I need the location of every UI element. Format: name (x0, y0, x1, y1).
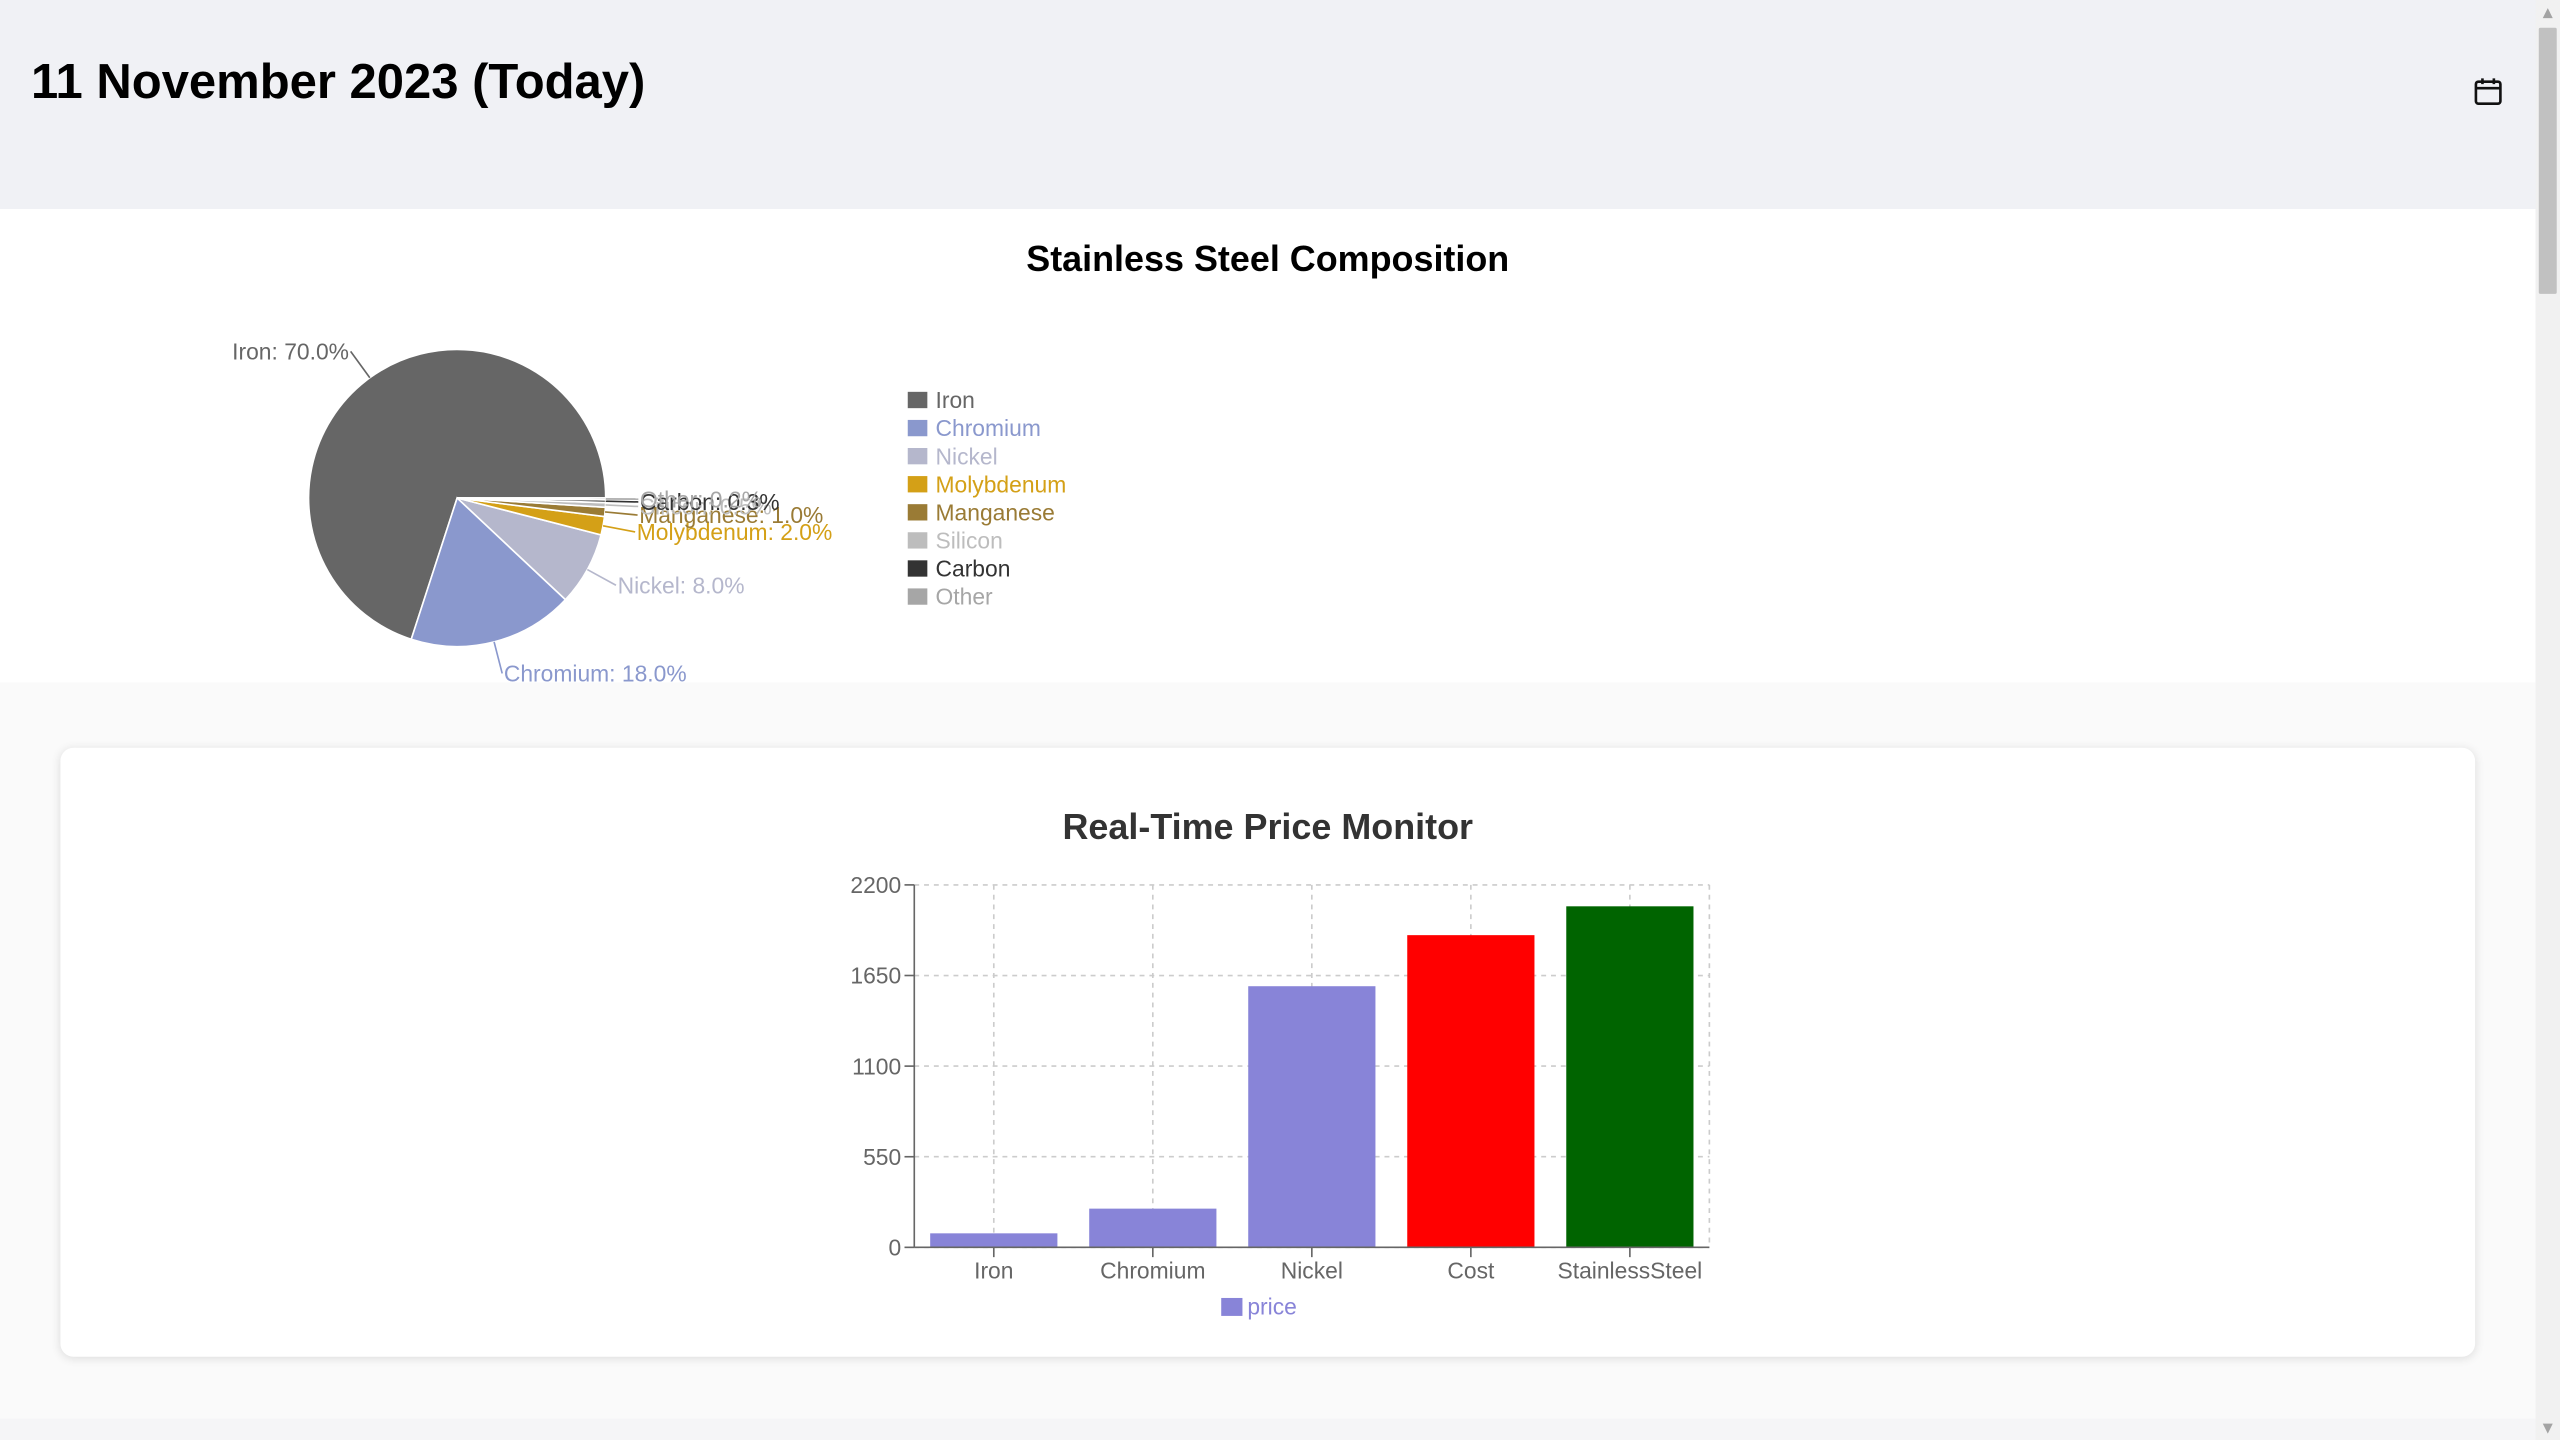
next-section-edge (0, 1418, 2536, 1440)
legend-label: Carbon (936, 556, 1011, 582)
pie-label-line (605, 500, 639, 503)
x-tick-label: Nickel (1281, 1257, 1343, 1283)
y-tick-label: 1650 (850, 963, 901, 989)
composition-pie-chart: Iron: 70.0% Chromium: 18.0% Nickel: 8.0% Mo… (232, 339, 1067, 683)
pie-label-other: Other: 0.2% (640, 486, 762, 512)
legend-swatch (907, 419, 928, 437)
legend-label: Other (936, 584, 994, 610)
legend-label: Iron (936, 387, 975, 413)
legend-item-molybdenum[interactable]: Molybdenum (907, 471, 1067, 497)
pie-label-chromium: Chromium: 18.0% (504, 661, 687, 683)
vertical-scrollbar[interactable]: ▲ ▼ (2535, 0, 2560, 1440)
y-tick-label: 2200 (850, 872, 901, 898)
legend-swatch (907, 391, 928, 409)
legend-swatch (907, 504, 928, 521)
y-tick-label: 0 (889, 1235, 902, 1261)
pie-label-line (605, 504, 639, 508)
legend-swatch (907, 532, 928, 549)
price-bar-chart: 0 550 1100 1650 2200 Iron Chromium Nickel Cost St… (850, 872, 1711, 1319)
x-tick-label: Cost (1447, 1257, 1495, 1283)
legend-item-price[interactable]: price (1221, 1293, 1297, 1319)
scrollbar-thumb[interactable] (2538, 27, 2557, 294)
scroll-up-icon[interactable]: ▲ (2536, 0, 2560, 24)
legend-item-other[interactable]: Other (907, 584, 994, 610)
legend-swatch (907, 447, 928, 465)
pie-label-line (604, 511, 638, 516)
y-tick-label: 1100 (852, 1053, 901, 1079)
pie-label-line (493, 641, 503, 674)
legend-item-chromium[interactable]: Chromium (907, 415, 1041, 441)
pie-label-iron: Iron: 70.0% (232, 339, 349, 365)
app-viewport: 11 November 2023 (Today) Stainless Steel… (0, 0, 2560, 1440)
legend-item-carbon[interactable]: Carbon (907, 556, 1011, 582)
legend-label: Molybdenum (936, 471, 1067, 497)
x-tick-label: Iron (974, 1257, 1013, 1283)
bar-chromium[interactable] (1089, 1208, 1217, 1248)
legend-swatch (907, 560, 928, 577)
pie-label-nickel: Nickel: 8.0% (618, 572, 745, 598)
page-title: 11 November 2023 (Today) (31, 55, 646, 110)
legend-label: price (1247, 1293, 1297, 1319)
legend-label: Manganese (936, 499, 1055, 525)
legend-swatch (907, 476, 928, 493)
page-header: 11 November 2023 (Today) (0, 0, 2536, 209)
composition-section: Stainless Steel Composition Iron: 70.0% C… (0, 208, 2536, 683)
scroll-down-icon[interactable]: ▼ (2536, 1416, 2560, 1440)
legend-label: Chromium (936, 415, 1041, 441)
pie-label-line (586, 568, 617, 586)
pie-label-line (349, 350, 371, 379)
pie-label-line (602, 524, 636, 533)
y-tick-label: 550 (863, 1144, 901, 1170)
calendar-button[interactable] (2465, 69, 2511, 115)
legend-swatch (907, 588, 928, 605)
x-tick-label: StainlessSteel (1557, 1257, 1702, 1283)
x-tick-label: Chromium (1100, 1257, 1205, 1283)
legend-label: Nickel (936, 443, 998, 469)
legend-swatch (1221, 1297, 1243, 1316)
bar-nickel[interactable] (1248, 986, 1376, 1248)
legend-item-iron[interactable]: Iron (907, 387, 975, 413)
bar-iron[interactable] (930, 1233, 1058, 1248)
legend-item-nickel[interactable]: Nickel (907, 443, 998, 469)
bar-cost[interactable] (1407, 935, 1535, 1248)
calendar-icon (2474, 78, 2502, 105)
bar-stainlesssteel[interactable] (1566, 906, 1694, 1248)
legend-item-silicon[interactable]: Silicon (907, 528, 1003, 554)
legend-item-manganese[interactable]: Manganese (907, 499, 1055, 525)
legend-label: Silicon (936, 528, 1003, 554)
price-monitor-card: Real-Time Price Monitor 0 550 1100 1650 2200… (60, 747, 2476, 1357)
